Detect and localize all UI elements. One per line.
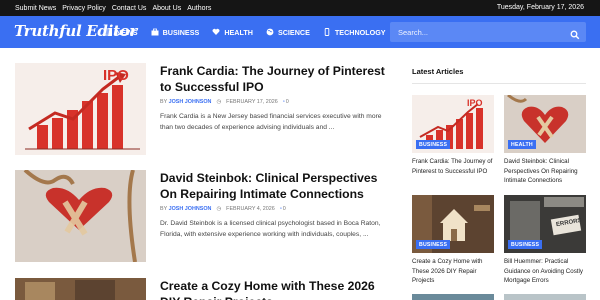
phone-icon <box>323 28 331 36</box>
sidebar-card-image[interactable]: BUSINESS <box>412 195 494 253</box>
search-input[interactable] <box>398 22 558 42</box>
comment-icon[interactable]: ▫ <box>283 99 285 105</box>
globe-icon <box>266 28 274 36</box>
sidebar-card-title[interactable]: Frank Cardia: The Journey of Pinterest t… <box>412 157 496 176</box>
article-item: IPO Frank Cardia: The Journey of Pintere… <box>15 63 390 158</box>
article-thumbnail-home[interactable] <box>15 278 146 300</box>
main-menu: NEWS BUSINESS HEALTH SCIENCE TECHNOLOGY <box>104 16 386 48</box>
article-title[interactable]: David Steinbok: Clinical Perspectives On… <box>160 170 390 202</box>
article-meta: BY JOSH JOHNSON ◷ FEBRUARY 4, 2026 ▫ 0 <box>160 206 286 212</box>
article-date: FEBRUARY 4, 2026 <box>226 206 275 212</box>
top-link-submit-news[interactable]: Submit News <box>15 5 56 12</box>
top-links: Submit News Privacy Policy Contact Us Ab… <box>15 0 211 16</box>
menu-label-technology: TECHNOLOGY <box>334 27 386 37</box>
sidebar-card-image-partial <box>412 294 494 300</box>
article-excerpt: Dr. David Steinbok is a licensed clinica… <box>160 220 381 238</box>
comment-count[interactable]: 0 <box>283 206 286 212</box>
clock-icon: ◷ <box>216 99 222 105</box>
top-link-privacy-policy[interactable]: Privacy Policy <box>62 5 106 12</box>
sidebar-card-title[interactable]: David Steinbok: Clinical Perspectives On… <box>504 157 588 186</box>
search-icon[interactable] <box>570 27 580 40</box>
ipo-text: IPO <box>467 98 483 108</box>
article-date: FEBRUARY 17, 2026 <box>226 99 278 105</box>
menu-label-business: BUSINESS <box>162 27 200 37</box>
sidebar-card-title[interactable]: Create a Cozy Home with These 2026 DIY R… <box>412 257 496 286</box>
current-date: Tuesday, February 17, 2026 <box>496 4 584 11</box>
search-box <box>390 22 586 42</box>
top-link-authors[interactable]: Authors <box>187 5 211 12</box>
top-bar: Submit News Privacy Policy Contact Us Ab… <box>0 0 600 16</box>
main-nav: Truthful Editor NEWS BUSINESS HEALTH SCI… <box>0 16 600 48</box>
article-author[interactable]: JOSH JOHNSON <box>169 99 212 105</box>
article-meta: BY JOSH JOHNSON ◷ FEBRUARY 17, 2026 ▫ 0 <box>160 99 289 105</box>
article-thumbnail-ipo[interactable]: IPO <box>15 63 146 155</box>
menu-label-news: NEWS <box>116 27 138 37</box>
article-title[interactable]: Frank Cardia: The Journey of Pinterest t… <box>160 63 390 95</box>
category-badge[interactable]: BUSINESS <box>508 240 543 249</box>
article-author[interactable]: JOSH JOHNSON <box>169 206 212 212</box>
category-badge[interactable]: HEALTH <box>508 140 536 149</box>
clock-icon: ◷ <box>216 206 222 212</box>
menu-item-health[interactable]: HEALTH <box>212 28 253 37</box>
article-item: David Steinbok: Clinical Perspectives On… <box>15 170 390 265</box>
article-title[interactable]: Create a Cozy Home with These 2026 DIY R… <box>160 278 390 300</box>
menu-label-health: HEALTH <box>224 27 253 37</box>
briefcase-icon <box>151 28 159 36</box>
menu-item-technology[interactable]: TECHNOLOGY <box>323 28 386 37</box>
sidebar-card-image[interactable]: HEALTH <box>504 95 586 153</box>
sidebar-title: Latest Articles <box>412 67 464 76</box>
sidebar-divider <box>412 83 586 84</box>
sidebar-card-title[interactable]: Bill Huemmer: Practical Guidance on Avoi… <box>504 257 588 286</box>
article-excerpt: Frank Cardia is a New Jersey based finan… <box>160 113 382 131</box>
sidebar-card-image[interactable]: IPO BUSINESS <box>412 95 494 153</box>
top-link-about-us[interactable]: About Us <box>152 5 181 12</box>
ipo-text: IPO <box>103 67 129 84</box>
menu-label-science: SCIENCE <box>277 27 310 37</box>
comment-icon[interactable]: ▫ <box>280 206 282 212</box>
category-badge[interactable]: BUSINESS <box>416 140 451 149</box>
article-item: Create a Cozy Home with These 2026 DIY R… <box>15 278 390 300</box>
category-badge[interactable]: BUSINESS <box>416 240 451 249</box>
menu-item-news[interactable]: NEWS <box>104 28 138 37</box>
heart-pulse-icon <box>212 28 220 36</box>
top-link-contact-us[interactable]: Contact Us <box>112 5 147 12</box>
article-thumbnail-heart[interactable] <box>15 170 146 262</box>
sidebar-card-image[interactable]: ERRORS BUSINESS <box>504 195 586 253</box>
menu-item-science[interactable]: SCIENCE <box>266 28 310 37</box>
menu-item-business[interactable]: BUSINESS <box>151 27 200 37</box>
comment-count[interactable]: 0 <box>286 99 289 105</box>
newspaper-icon <box>104 28 112 36</box>
sidebar-card-image-partial <box>504 294 586 300</box>
